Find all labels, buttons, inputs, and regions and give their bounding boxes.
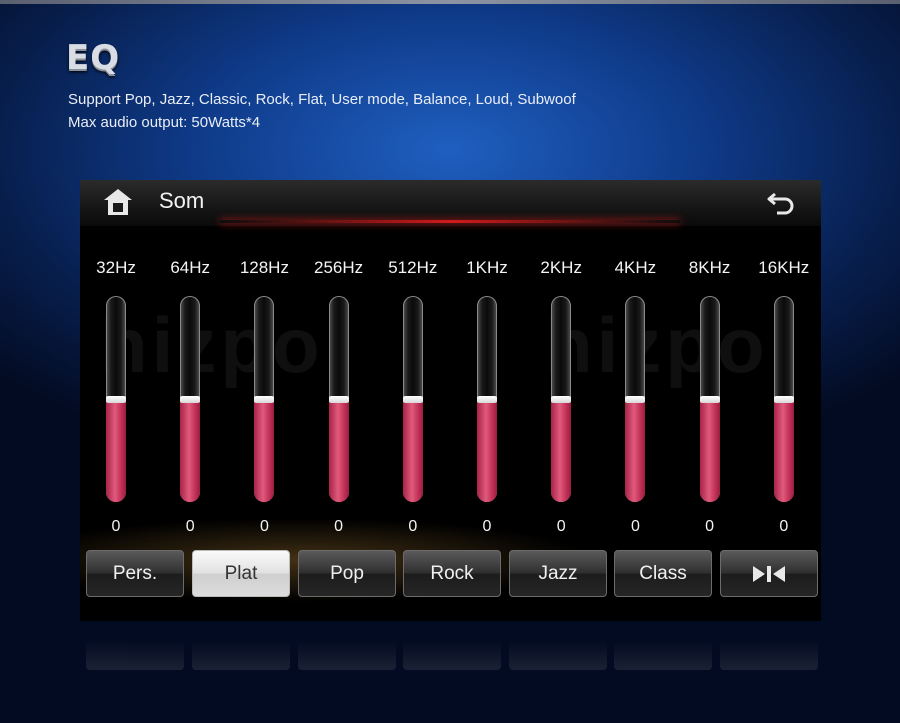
band-slider-fill bbox=[106, 399, 126, 502]
band-slider[interactable] bbox=[328, 296, 349, 502]
preset-pers-button[interactable]: Pers. bbox=[86, 550, 184, 597]
band-gain-value: 0 bbox=[334, 518, 344, 535]
eq-band: 16KHz 0 bbox=[747, 258, 821, 538]
band-slider-handle[interactable] bbox=[180, 396, 201, 403]
band-slider-handle[interactable] bbox=[477, 396, 497, 403]
band-slider-fill bbox=[328, 399, 349, 502]
top-strip bbox=[0, 0, 900, 4]
band-slider[interactable] bbox=[625, 296, 646, 502]
band-slider-handle[interactable] bbox=[328, 396, 349, 403]
band-frequency-label: 1KHz bbox=[466, 258, 508, 277]
preset-jazz-button[interactable]: Jazz bbox=[509, 550, 607, 597]
band-frequency-label: 8KHz bbox=[688, 258, 731, 277]
band-slider[interactable] bbox=[254, 296, 275, 502]
preset-bar: Pers. Plat Pop Rock Jazz Class bbox=[86, 550, 820, 600]
eq-band: 512Hz 0 bbox=[376, 258, 450, 538]
band-slider-fill bbox=[402, 399, 423, 502]
balance-icon bbox=[753, 566, 785, 582]
band-frequency-label: 64Hz bbox=[170, 258, 211, 277]
feature-line-1: Support Pop, Jazz, Classic, Rock, Flat, … bbox=[68, 91, 576, 108]
eq-band: 1KHz 0 bbox=[450, 258, 524, 538]
eq-band: 2KHz 0 bbox=[524, 258, 598, 538]
preset-plat-button[interactable]: Plat bbox=[192, 550, 290, 597]
band-frequency-label: 4KHz bbox=[614, 258, 657, 277]
band-gain-value: 0 bbox=[185, 518, 195, 535]
band-slider[interactable] bbox=[477, 296, 497, 502]
band-frequency-label: 256Hz bbox=[314, 258, 364, 277]
head-unit-screen: Som hizpo hizpo 32Hz 0 64Hz 0 128Hz 0 256Hz 0 51… bbox=[80, 180, 821, 621]
band-slider-fill bbox=[773, 399, 794, 502]
band-frequency-label: 32Hz bbox=[96, 258, 136, 277]
band-slider[interactable] bbox=[551, 296, 572, 502]
button-reflection bbox=[80, 640, 821, 680]
header-accent-line bbox=[220, 220, 680, 223]
band-slider[interactable] bbox=[402, 296, 423, 502]
band-slider-handle[interactable] bbox=[106, 396, 126, 403]
eq-band: 4KHz 0 bbox=[598, 258, 672, 538]
preset-rock-button[interactable]: Rock bbox=[403, 550, 501, 597]
band-slider[interactable] bbox=[180, 296, 201, 502]
band-slider-handle[interactable] bbox=[625, 396, 646, 403]
eq-band: 8KHz 0 bbox=[673, 258, 747, 538]
band-gain-value: 0 bbox=[556, 518, 566, 535]
screen-title: Som bbox=[159, 188, 205, 213]
band-slider-handle[interactable] bbox=[254, 396, 275, 403]
band-slider-handle[interactable] bbox=[551, 396, 572, 403]
band-slider-fill bbox=[180, 399, 201, 502]
band-slider[interactable] bbox=[773, 296, 794, 502]
band-slider-fill bbox=[477, 399, 497, 502]
preset-class-button[interactable]: Class bbox=[614, 550, 712, 597]
band-gain-value: 0 bbox=[779, 518, 789, 535]
band-gain-value: 0 bbox=[705, 518, 715, 535]
band-gain-value: 0 bbox=[111, 518, 121, 535]
band-slider-handle[interactable] bbox=[773, 396, 794, 403]
feature-line-2: Max audio output: 50Watts*4 bbox=[68, 114, 261, 131]
band-frequency-label: 2KHz bbox=[540, 258, 582, 277]
home-icon[interactable] bbox=[102, 187, 134, 217]
preset-pop-button[interactable]: Pop bbox=[298, 550, 396, 597]
eq-logo: EQ bbox=[66, 38, 121, 78]
band-gain-value: 0 bbox=[482, 518, 492, 535]
band-slider-fill bbox=[254, 399, 275, 502]
band-gain-value: 0 bbox=[408, 518, 418, 535]
eq-band: 128Hz 0 bbox=[227, 258, 301, 538]
feature-description: Support Pop, Jazz, Classic, Rock, Flat, … bbox=[68, 88, 576, 134]
band-slider-fill bbox=[551, 399, 572, 502]
band-slider[interactable] bbox=[699, 296, 720, 502]
eq-band: 32Hz 0 bbox=[80, 258, 153, 538]
band-frequency-label: 128Hz bbox=[239, 258, 289, 277]
band-frequency-label: 16KHz bbox=[758, 258, 810, 277]
band-slider-handle[interactable] bbox=[699, 396, 720, 403]
band-slider[interactable] bbox=[106, 296, 126, 502]
screen-header: Som bbox=[80, 180, 821, 226]
band-slider-handle[interactable] bbox=[402, 396, 423, 403]
back-arrow-icon[interactable] bbox=[765, 188, 797, 216]
eq-band: 256Hz 0 bbox=[302, 258, 376, 538]
band-slider-fill bbox=[625, 399, 646, 502]
eq-band: 64Hz 0 bbox=[153, 258, 227, 538]
band-gain-value: 0 bbox=[630, 518, 640, 535]
band-frequency-label: 512Hz bbox=[388, 258, 438, 277]
band-gain-value: 0 bbox=[259, 518, 269, 535]
band-slider-fill bbox=[699, 399, 720, 502]
balance-button[interactable] bbox=[720, 550, 818, 597]
